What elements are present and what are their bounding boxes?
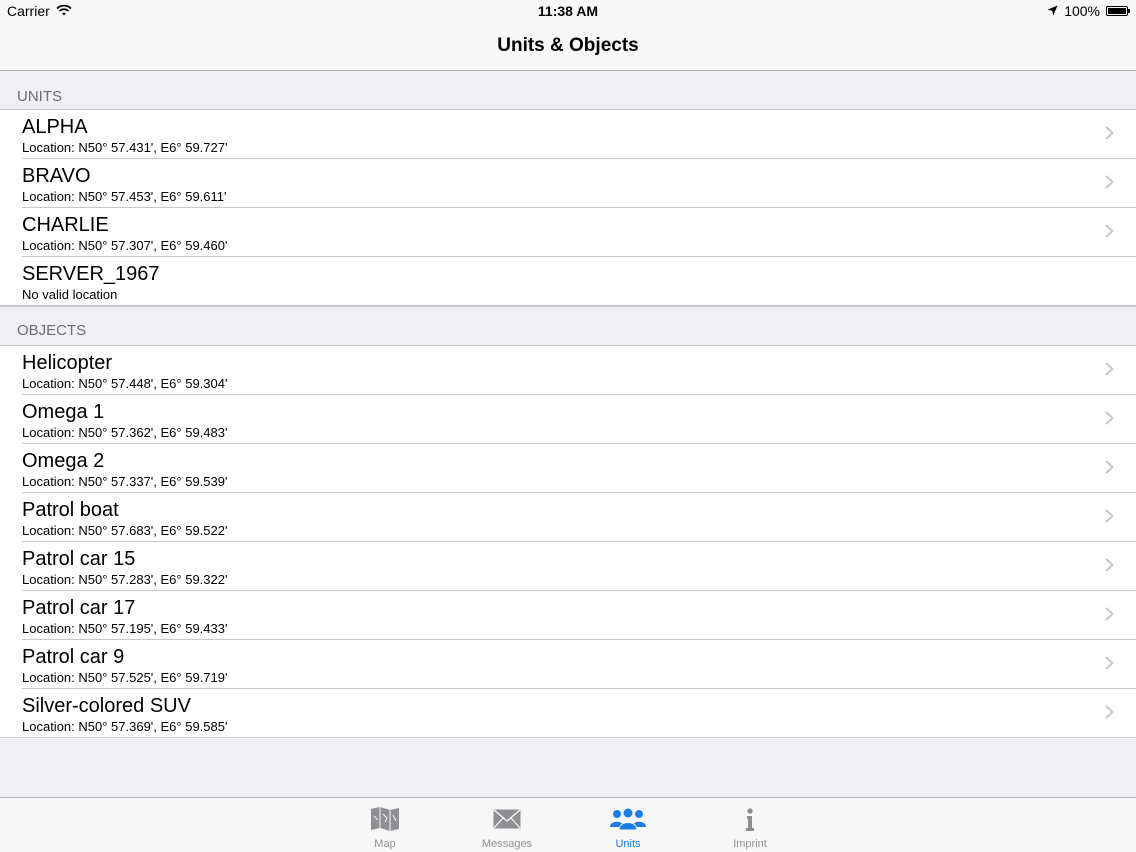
chevron-right-icon [1105, 509, 1114, 523]
list-item[interactable]: Helicopter Location: N50° 57.448', E6° 5… [0, 346, 1136, 395]
chevron-right-icon [1105, 705, 1114, 719]
object-name: Patrol boat [22, 499, 119, 521]
tab-units[interactable]: Units [573, 798, 683, 852]
object-location: Location: N50° 57.683', E6° 59.522' [22, 523, 228, 538]
info-icon [745, 808, 755, 837]
object-location: Location: N50° 57.525', E6° 59.719' [22, 670, 228, 685]
page-title: Units & Objects [497, 35, 639, 56]
object-name: Patrol car 9 [22, 646, 125, 668]
screen: Carrier 11:38 AM 100% Units & Objects UN… [0, 0, 1136, 852]
unit-location: Location: N50° 57.431', E6° 59.727' [22, 140, 228, 155]
tab-bar: Map Messages Units Imprint [0, 797, 1136, 852]
object-location: Location: N50° 57.362', E6° 59.483' [22, 425, 228, 440]
list-item[interactable]: BRAVO Location: N50° 57.453', E6° 59.611… [0, 159, 1136, 208]
map-icon [370, 806, 400, 837]
tab-label: Imprint [733, 838, 767, 850]
unit-location: Location: N50° 57.307', E6° 59.460' [22, 238, 228, 253]
section-header-units: UNITS [0, 72, 1136, 110]
chevron-right-icon [1105, 558, 1114, 572]
list-item[interactable]: Omega 2 Location: N50° 57.337', E6° 59.5… [0, 444, 1136, 493]
chevron-right-icon [1105, 362, 1114, 376]
list-item[interactable]: SERVER_1967 No valid location [0, 257, 1136, 306]
unit-name: ALPHA [22, 116, 88, 138]
battery-percent: 100% [1064, 3, 1100, 19]
tab-imprint[interactable]: Imprint [695, 798, 805, 852]
unit-name: BRAVO [22, 165, 91, 187]
navigation-bar: Carrier 11:38 AM 100% Units & Objects [0, 0, 1136, 71]
list-item[interactable]: Patrol car 17 Location: N50° 57.195', E6… [0, 591, 1136, 640]
unit-location: No valid location [22, 287, 118, 302]
objects-list: Helicopter Location: N50° 57.448', E6° 5… [0, 346, 1136, 738]
tab-map[interactable]: Map [330, 798, 440, 852]
people-icon [609, 807, 647, 836]
units-objects-table[interactable]: UNITS ALPHA Location: N50° 57.431', E6° … [0, 72, 1136, 738]
tab-label: Units [615, 838, 641, 850]
list-item[interactable]: ALPHA Location: N50° 57.431', E6° 59.727… [0, 110, 1136, 159]
status-right: 100% [1047, 3, 1130, 19]
object-location: Location: N50° 57.337', E6° 59.539' [22, 474, 228, 489]
object-name: Omega 1 [22, 401, 105, 423]
tab-label: Map [374, 838, 396, 850]
object-location: Location: N50° 57.283', E6° 59.322' [22, 572, 228, 587]
section-header-objects: OBJECTS [0, 306, 1136, 346]
location-arrow-icon [1047, 3, 1058, 19]
chevron-right-icon [1105, 126, 1114, 140]
chevron-right-icon [1105, 411, 1114, 425]
unit-location: Location: N50° 57.453', E6° 59.611' [22, 189, 227, 204]
object-name: Helicopter [22, 352, 113, 374]
chevron-right-icon [1105, 460, 1114, 474]
unit-name: SERVER_1967 [22, 263, 160, 285]
chevron-right-icon [1105, 224, 1114, 238]
object-name: Patrol car 15 [22, 548, 136, 570]
list-item[interactable]: Patrol car 15 Location: N50° 57.283', E6… [0, 542, 1136, 591]
unit-name: CHARLIE [22, 214, 109, 236]
object-name: Omega 2 [22, 450, 105, 472]
chevron-right-icon [1105, 656, 1114, 670]
list-item[interactable]: CHARLIE Location: N50° 57.307', E6° 59.4… [0, 208, 1136, 257]
list-item[interactable]: Patrol car 9 Location: N50° 57.525', E6°… [0, 640, 1136, 689]
list-item[interactable]: Patrol boat Location: N50° 57.683', E6° … [0, 493, 1136, 542]
battery-icon [1106, 6, 1130, 16]
object-location: Location: N50° 57.195', E6° 59.433' [22, 621, 228, 636]
tab-messages[interactable]: Messages [452, 798, 562, 852]
list-item[interactable]: Silver-colored SUV Location: N50° 57.369… [0, 689, 1136, 738]
object-location: Location: N50° 57.448', E6° 59.304' [22, 376, 228, 391]
chevron-right-icon [1105, 607, 1114, 621]
chevron-right-icon [1105, 175, 1114, 189]
object-name: Silver-colored SUV [22, 695, 191, 717]
list-item[interactable]: Omega 1 Location: N50° 57.362', E6° 59.4… [0, 395, 1136, 444]
status-time: 11:38 AM [537, 3, 599, 19]
tab-label: Messages [481, 838, 533, 850]
envelope-icon [493, 809, 521, 834]
object-location: Location: N50° 57.369', E6° 59.585' [22, 719, 228, 734]
object-name: Patrol car 17 [22, 597, 136, 619]
units-list: ALPHA Location: N50° 57.431', E6° 59.727… [0, 110, 1136, 306]
